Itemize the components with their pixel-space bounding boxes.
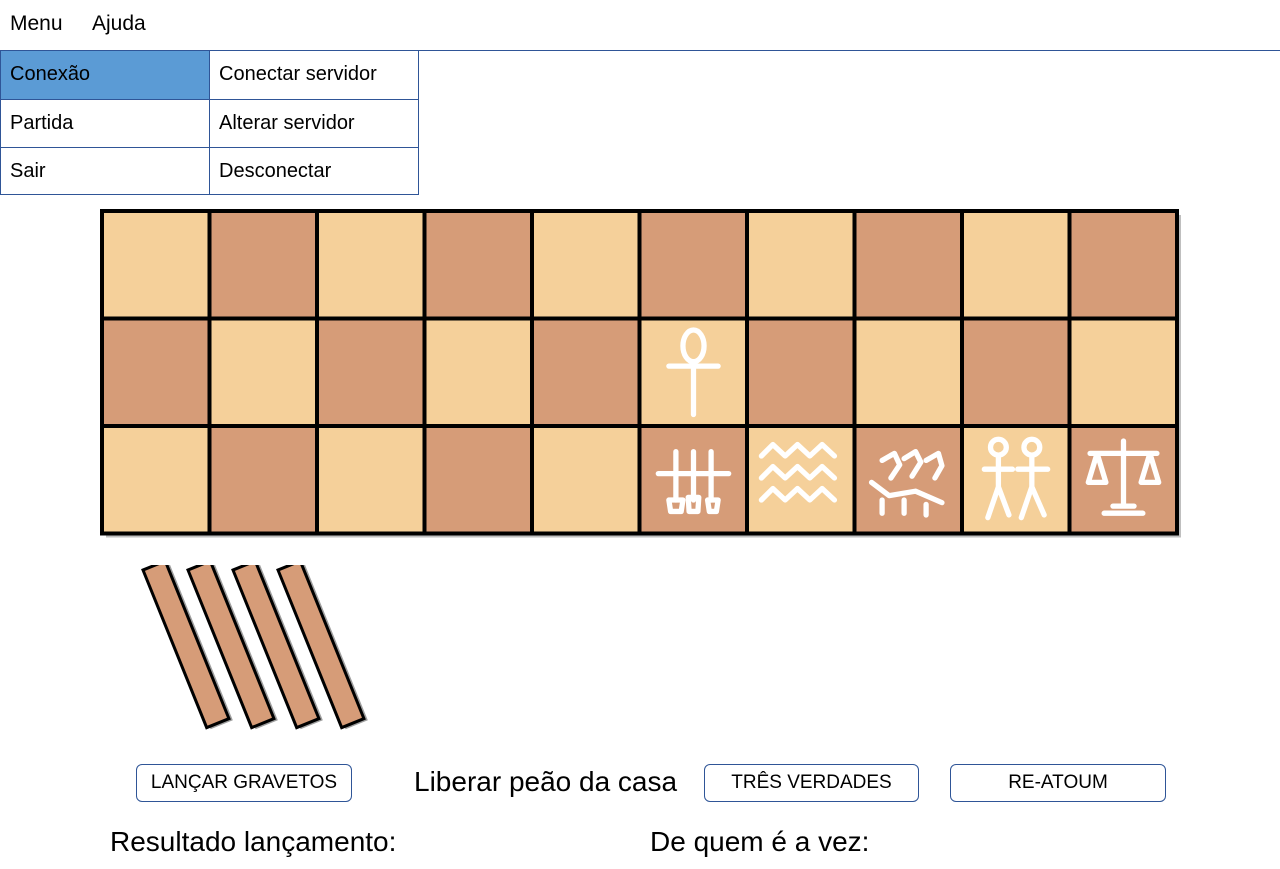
menu-item-connection[interactable]: Conexão (1, 51, 209, 99)
board-square[interactable] (207, 209, 319, 321)
submenu-change-server[interactable]: Alterar servidor (210, 99, 418, 147)
board-square[interactable] (315, 316, 427, 428)
board-square[interactable] (852, 424, 964, 536)
board-square[interactable] (530, 316, 642, 428)
board-square[interactable] (530, 209, 642, 321)
throwing-sticks[interactable] (115, 565, 375, 755)
board-square[interactable] (530, 424, 642, 536)
menu-item-exit[interactable]: Sair (1, 147, 209, 195)
board-square[interactable] (422, 209, 534, 321)
board-square[interactable] (960, 316, 1072, 428)
game-board (100, 209, 1181, 538)
board-square[interactable] (100, 424, 212, 536)
release-pawn-action[interactable]: Liberar peão da casa (414, 766, 677, 798)
result-label: Resultado lançamento: (110, 826, 397, 857)
board-square[interactable] (422, 316, 534, 428)
main-dropdown-menu: Conexão Partida Sair (0, 50, 210, 195)
board-square[interactable] (315, 209, 427, 321)
board-square[interactable] (100, 209, 212, 321)
board-square[interactable] (315, 424, 427, 536)
board-square[interactable] (852, 209, 964, 321)
throw-sticks-button[interactable]: LANÇAR GRAVETOS (136, 764, 352, 802)
board-square[interactable] (1067, 209, 1179, 321)
board-square[interactable] (100, 316, 212, 428)
board-square[interactable] (745, 316, 857, 428)
board-square[interactable] (745, 209, 857, 321)
re-atoum-button[interactable]: RE-ATOUM (950, 764, 1166, 802)
menu-item-match[interactable]: Partida (1, 99, 209, 147)
board-square[interactable] (852, 316, 964, 428)
turn-label: De quem é a vez: (650, 826, 870, 857)
board-square[interactable] (207, 424, 319, 536)
menu-menu[interactable]: Menu (10, 12, 63, 36)
submenu-disconnect[interactable]: Desconectar (210, 147, 418, 195)
board-square[interactable] (422, 424, 534, 536)
submenu-connect-server[interactable]: Conectar servidor (210, 51, 418, 99)
board-square[interactable] (1067, 316, 1179, 428)
three-truths-button[interactable]: TRÊS VERDADES (704, 764, 919, 802)
board-square[interactable] (637, 209, 749, 321)
connection-submenu: Conectar servidor Alterar servidor Desco… (209, 50, 419, 195)
menu-help[interactable]: Ajuda (92, 12, 146, 36)
board-square[interactable] (207, 316, 319, 428)
menu-bar: Menu Ajuda (0, 0, 1280, 51)
board-square[interactable] (960, 209, 1072, 321)
board-square[interactable] (960, 424, 1072, 536)
